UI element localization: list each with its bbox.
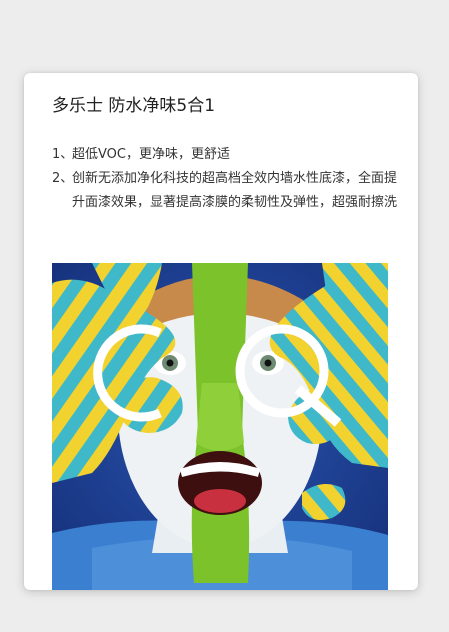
feature-item: 1、 超低VOC，更净味，更舒适: [52, 143, 402, 167]
painted-face-illustration: [52, 263, 388, 590]
product-title: 多乐士 防水净味5合1: [52, 96, 216, 116]
feature-number: 2、: [52, 171, 74, 186]
product-photo: [52, 263, 388, 590]
feature-text: 创新无添加净化科技的超高档全效内墙水性底漆，全面提升面漆效果，显著提高漆膜的柔韧…: [72, 171, 398, 210]
product-card: 多乐士 防水净味5合1 1、 超低VOC，更净味，更舒适 2、 创新无添加净化科…: [24, 73, 418, 590]
feature-number: 1、: [52, 147, 74, 162]
feature-text: 超低VOC，更净味，更舒适: [72, 147, 230, 162]
feature-item: 2、 创新无添加净化科技的超高档全效内墙水性底漆，全面提升面漆效果，显著提高漆膜…: [52, 167, 402, 215]
feature-list: 1、 超低VOC，更净味，更舒适 2、 创新无添加净化科技的超高档全效内墙水性底…: [52, 143, 402, 215]
